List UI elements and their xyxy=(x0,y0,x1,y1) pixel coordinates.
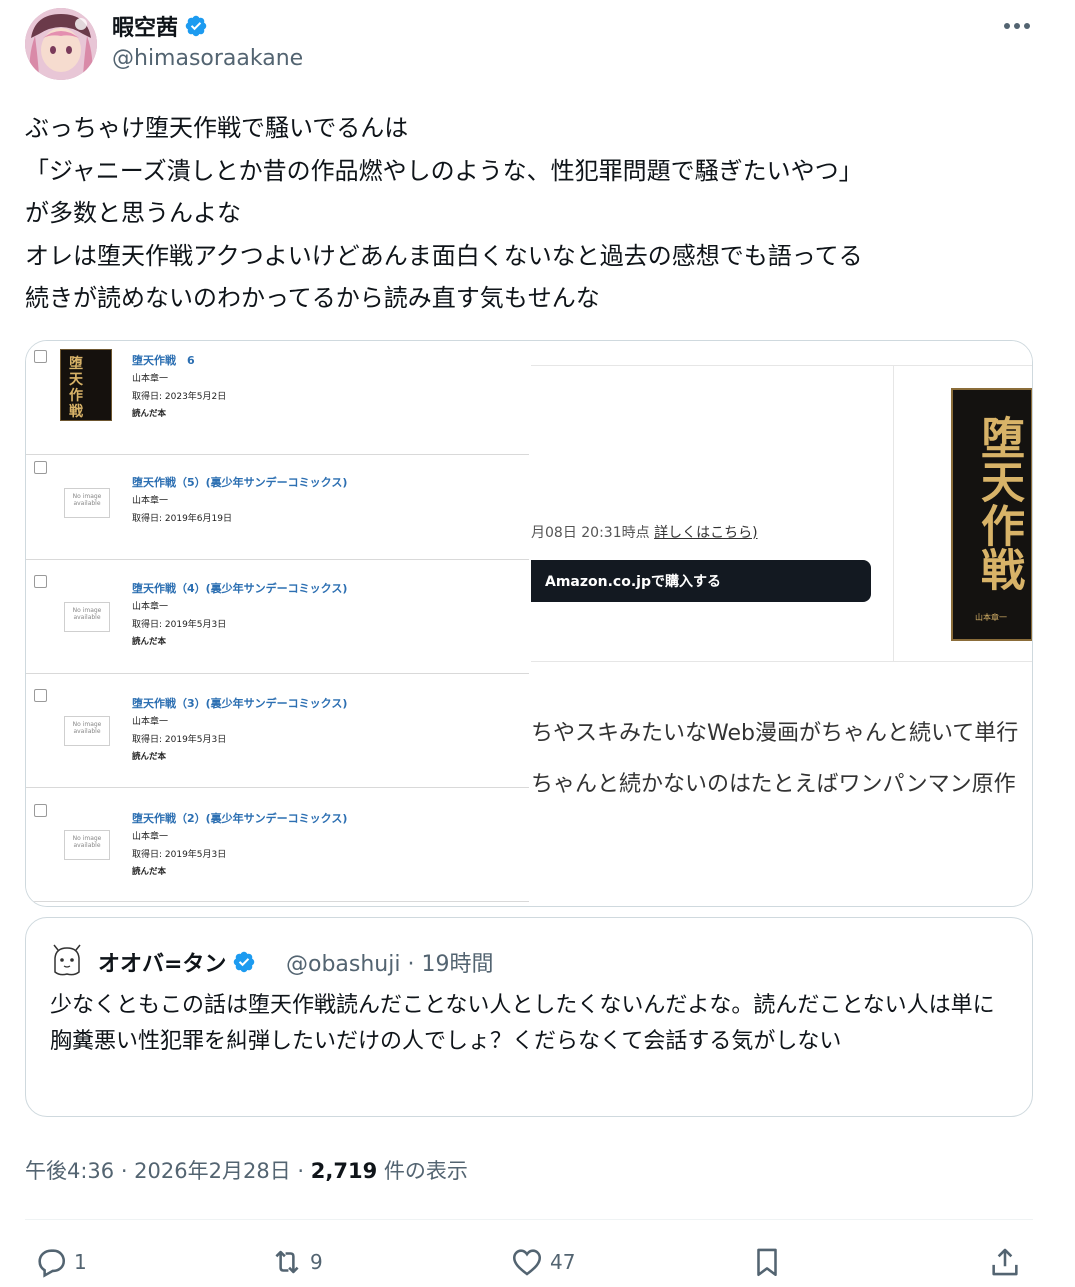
post-line: ぶっちゃけ堕天作戦で騒いでるんは xyxy=(25,114,409,142)
post-line: 「ジャニーズ潰しとか昔の作品燃やしのような、性犯罪問題で騒ぎたいやつ」 xyxy=(25,156,863,185)
book-title: 堕天作戦（4）(裏少年サンデーコミックス) xyxy=(132,582,348,595)
quote-text: 少なくともこの話は堕天作戦読んだことない人としたくないんだよな。読んだことない人… xyxy=(50,993,995,1054)
book-author: 山本章一 xyxy=(132,496,169,506)
book-author: 山本章一 xyxy=(132,602,169,612)
book-list-item: 堕天作戦 堕天作戦 6 山本章一 取得日: 2023年5月2日 読んだ本 xyxy=(26,341,529,455)
bookmark-button[interactable] xyxy=(750,1244,784,1280)
repost-button[interactable]: 9 xyxy=(270,1244,323,1280)
article-text-line: ちゃんと続かないのはたとえばワンパンマン原作 xyxy=(531,772,1016,797)
author-name[interactable]: 暇空茜 xyxy=(112,10,208,42)
book-date: 取得日: 2019年5月3日 xyxy=(132,850,227,860)
book-date: 取得日: 2019年6月19日 xyxy=(132,514,232,524)
book-title: 堕天作戦（5）(裏少年サンデーコミックス) xyxy=(132,476,348,489)
more-options-button[interactable] xyxy=(1000,12,1034,40)
article-text-line: ちやスキみたいなWeb漫画がちゃんと続いて単行 xyxy=(531,721,1019,746)
checkbox-icon xyxy=(34,804,47,817)
book-title: 堕天作戦 6 xyxy=(132,354,195,367)
views-label: 件の表示 xyxy=(377,1159,468,1183)
share-icon xyxy=(992,1248,1018,1276)
divider xyxy=(25,1219,1033,1220)
checkbox-icon xyxy=(34,350,47,363)
repost-count: 9 xyxy=(310,1250,323,1274)
book-author: 山本章一 xyxy=(132,832,169,842)
amazon-page-screenshot: 月08日 20:31時点 詳しくはこちら) Amazon.co.jpで購入する … xyxy=(531,341,1032,906)
checkbox-icon xyxy=(34,575,47,588)
repost-icon xyxy=(275,1250,299,1274)
post-line: オレは堕天作戦アクつよいけどあんま面白くないなと過去の感想でも語ってる xyxy=(25,241,863,270)
checkbox-icon xyxy=(34,689,47,702)
book-cover-image: 堕天作戦 山本章一 xyxy=(951,388,1032,641)
book-list-item: No image available 堕天作戦（5）(裏少年サンデーコミックス)… xyxy=(26,446,529,560)
author-avatar[interactable] xyxy=(25,8,97,80)
book-date: 取得日: 2019年5月3日 xyxy=(132,620,227,630)
post-media-image[interactable]: 月08日 20:31時点 詳しくはこちら) Amazon.co.jpで購入する … xyxy=(25,340,1033,907)
like-button[interactable]: 47 xyxy=(510,1244,575,1280)
book-title: 堕天作戦（3）(裏少年サンデーコミックス) xyxy=(132,697,348,710)
views-count: 2,719 xyxy=(310,1159,378,1183)
amazon-buy-button: Amazon.co.jpで購入する xyxy=(531,560,871,602)
post-text: ぶっちゃけ堕天作戦で騒いでるんは 「ジャニーズ潰しとか昔の作品燃やしのような、性… xyxy=(25,107,1035,320)
post-line: が多数と思うんよな xyxy=(25,199,241,227)
book-date: 取得日: 2023年5月2日 xyxy=(132,392,227,402)
book-author: 山本章一 xyxy=(132,374,169,384)
post-timestamp: 午後4:36 · 2026年2月28日 · 2,719 件の表示 xyxy=(25,1155,468,1185)
book-list-item: No image available 堕天作戦（2）(裏少年サンデーコミックス)… xyxy=(26,788,529,902)
author-handle[interactable]: @himasoraakane xyxy=(112,46,303,71)
book-author: 山本章一 xyxy=(132,717,169,727)
quote-author-name-text: オオバ=タン xyxy=(98,952,227,977)
no-image-placeholder: No image available xyxy=(64,830,110,860)
no-image-placeholder: No image available xyxy=(64,602,110,632)
like-count: 47 xyxy=(550,1250,576,1274)
book-status: 読んだ本 xyxy=(132,867,167,877)
details-link: 詳しくはこちら) xyxy=(654,525,758,541)
reply-count: 1 xyxy=(74,1250,87,1274)
book-list-item: No image available 堕天作戦（4）(裏少年サンデーコミックス)… xyxy=(26,560,529,674)
quote-avatar-icon xyxy=(53,944,81,976)
bookmark-icon xyxy=(757,1248,777,1277)
book-thumb-title: 堕天作戦 xyxy=(69,356,83,420)
quote-meta: @obashuji · 19時間 xyxy=(286,952,494,977)
quote-author-name: オオバ=タン xyxy=(98,946,256,978)
verified-badge-icon xyxy=(234,951,255,973)
share-button[interactable] xyxy=(988,1244,1022,1280)
verified-badge-icon xyxy=(185,15,207,37)
no-image-placeholder: No image available xyxy=(64,488,110,518)
book-list-item: No image available 堕天作戦（3）(裏少年サンデーコミックス)… xyxy=(26,674,529,788)
book-title: 堕天作戦（2）(裏少年サンデーコミックス) xyxy=(132,812,348,825)
book-status: 読んだ本 xyxy=(132,752,167,762)
timestamp-time[interactable]: 午後4:36 · 2026年2月28日 · xyxy=(25,1159,311,1183)
checkbox-icon xyxy=(34,461,47,474)
book-cover-title: 堕天作戦 xyxy=(973,415,1024,591)
book-cover-author: 山本章一 xyxy=(975,613,1007,622)
reply-button[interactable]: 1 xyxy=(34,1244,87,1280)
book-date: 取得日: 2019年5月3日 xyxy=(132,735,227,745)
post-line: 続きが読めないのわかってるから読み直す気もせんな xyxy=(25,284,600,312)
heart-icon xyxy=(512,1249,542,1276)
book-status: 読んだ本 xyxy=(132,409,167,419)
price-time-text: 月08日 20:31時点 詳しくはこちら) xyxy=(531,525,758,541)
no-image-placeholder: No image available xyxy=(64,716,110,746)
quoted-post[interactable]: オオバ=タン @obashuji · 19時間 少なくともこの話は堕天作戦読んだ… xyxy=(25,917,1033,1117)
kindle-library-screenshot: 堕天作戦 堕天作戦 6 山本章一 取得日: 2023年5月2日 読んだ本 No … xyxy=(26,341,529,906)
author-name-text: 暇空茜 xyxy=(112,16,179,41)
book-status: 読んだ本 xyxy=(132,637,167,647)
book-thumbnail: 堕天作戦 xyxy=(60,349,112,421)
more-icon xyxy=(1004,23,1030,29)
reply-icon xyxy=(38,1249,66,1278)
